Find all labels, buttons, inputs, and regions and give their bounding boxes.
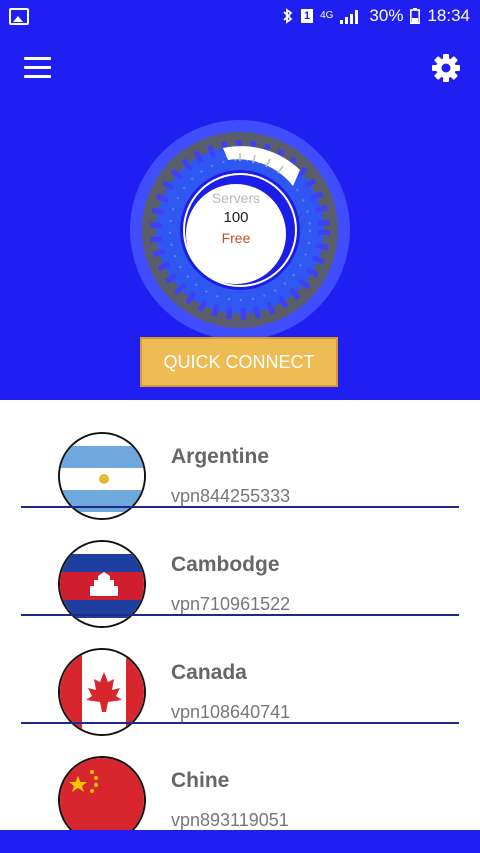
plan-label: Free (221, 230, 251, 246)
server-row[interactable]: Chine vpn893119051 (0, 724, 480, 830)
server-id: vpn710961522 (171, 594, 291, 614)
gear-icon[interactable] (430, 52, 462, 84)
signal-icon (340, 10, 359, 24)
server-country: Canada (171, 661, 247, 684)
server-list: Argentine vpn844255333 Cambodge vpn71096… (0, 400, 480, 830)
sim-icon: 1 (301, 9, 314, 23)
server-row[interactable]: Cambodge vpn710961522 (0, 508, 480, 628)
bluetooth-icon (283, 8, 293, 24)
toolbar (0, 45, 480, 95)
server-id: vpn893119051 (171, 810, 289, 830)
battery-icon (410, 8, 421, 24)
status-bar: 1 4G 30% 18:34 (0, 0, 480, 34)
server-country: Cambodge (171, 553, 280, 576)
bottom-edge (0, 830, 480, 853)
clock: 18:34 (427, 6, 470, 25)
china-flag-icon (58, 756, 146, 830)
network-type: 4G (320, 10, 334, 21)
gallery-notification (9, 8, 29, 25)
server-count-badge: Servers 100 Free (186, 184, 286, 284)
gallery-icon (9, 8, 29, 25)
server-id: vpn844255333 (171, 486, 291, 506)
quick-connect-button[interactable]: QUICK CONNECT (140, 337, 338, 387)
servers-count: 100 (223, 209, 249, 226)
server-id: vpn108640741 (171, 702, 291, 722)
menu-icon[interactable] (24, 57, 51, 79)
server-row[interactable]: Canada vpn108640741 (0, 616, 480, 736)
server-country: Chine (171, 769, 230, 792)
servers-label: Servers (211, 190, 261, 206)
server-row[interactable]: Argentine vpn844255333 (0, 400, 480, 520)
status-indicators: 1 4G 30% 18:34 (282, 6, 470, 26)
server-country: Argentine (171, 445, 270, 468)
battery-percent: 30% (369, 6, 404, 25)
